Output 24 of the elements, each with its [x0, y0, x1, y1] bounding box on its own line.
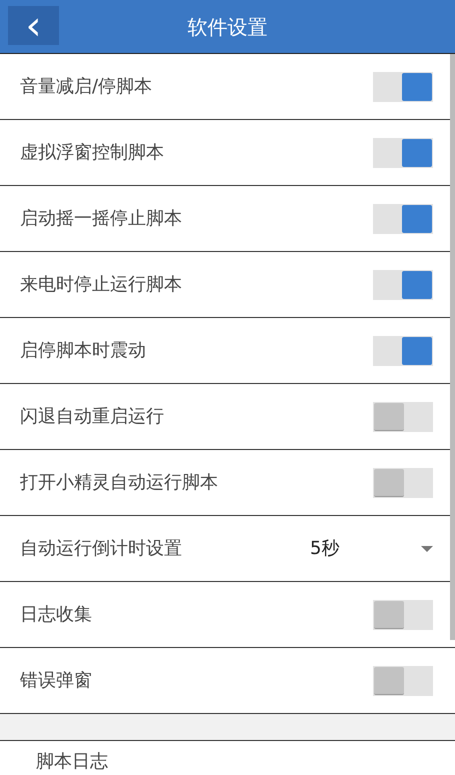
setting-label: 音量减启/停脚本 — [20, 75, 154, 99]
page-title: 软件设置 — [188, 14, 268, 40]
setting-label: 错误弹窗 — [20, 669, 93, 693]
setting-label: 自动运行倒计时设置 — [20, 537, 183, 561]
setting-label: 启停脚本时震动 — [20, 339, 147, 363]
setting-label: 打开小精灵自动运行脚本 — [20, 471, 219, 495]
toggle-switch[interactable] — [373, 270, 433, 300]
setting-label: 闪退自动重启运行 — [20, 405, 165, 429]
toggle-switch[interactable] — [373, 666, 433, 696]
setting-label: 日志收集 — [20, 603, 93, 627]
toggle-switch[interactable] — [373, 402, 433, 432]
back-button[interactable]: ‹ — [8, 6, 59, 45]
dropdown-value[interactable]: 5秒 — [310, 535, 421, 562]
dropdown-caret-icon[interactable] — [421, 546, 433, 552]
menu-item-label[interactable]: 脚本日志 — [36, 748, 108, 775]
setting-label: 启动摇一摇停止脚本 — [20, 207, 183, 231]
toggle-switch[interactable] — [373, 204, 433, 234]
toggle-switch[interactable] — [373, 468, 433, 498]
toggle-switch[interactable] — [373, 336, 433, 366]
toggle-switch[interactable] — [373, 138, 433, 168]
setting-label: 来电时停止运行脚本 — [20, 273, 183, 297]
setting-label: 虚拟浮窗控制脚本 — [20, 141, 165, 165]
toggle-switch[interactable] — [373, 72, 433, 102]
toggle-switch[interactable] — [373, 600, 433, 630]
